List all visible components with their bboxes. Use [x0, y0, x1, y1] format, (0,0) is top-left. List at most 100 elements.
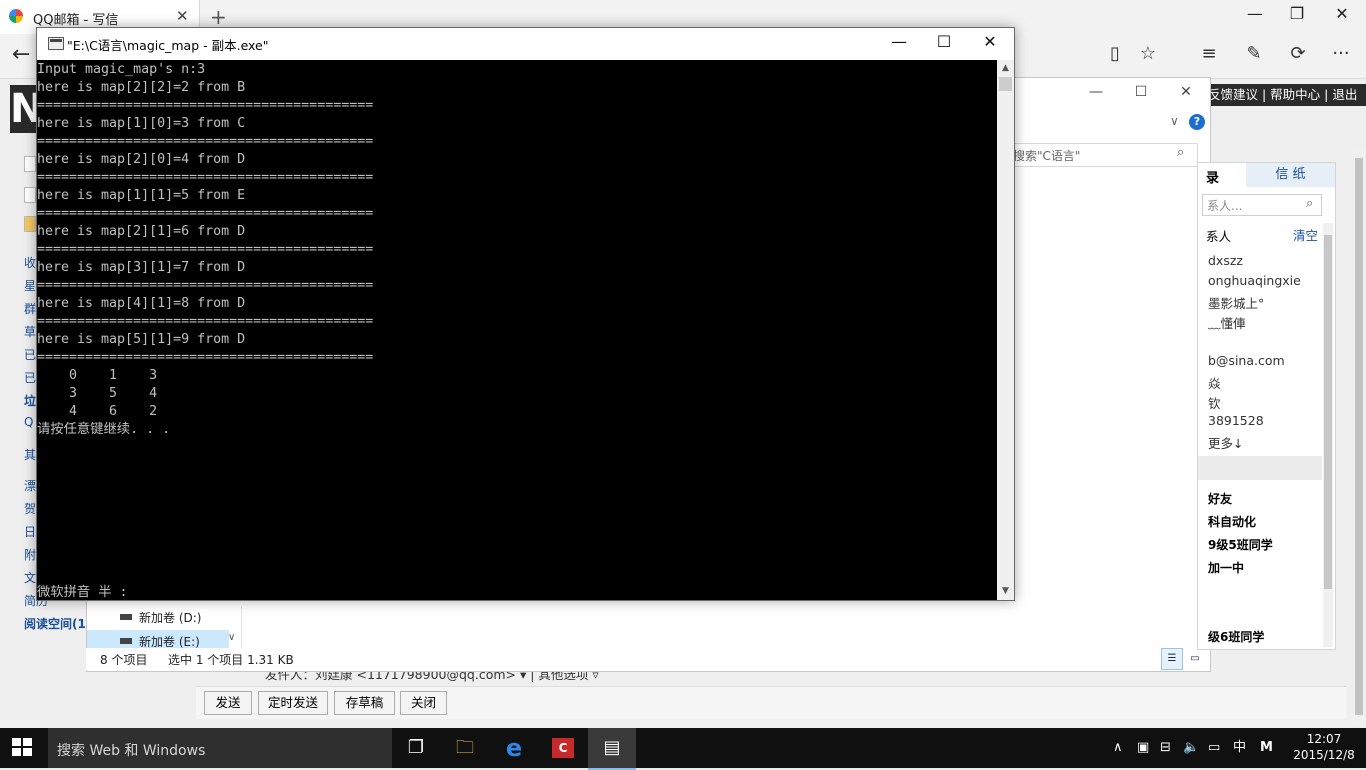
clock[interactable]: 12:07 2015/12/8 — [1288, 731, 1360, 763]
window-minimize-button[interactable]: — — [1235, 4, 1275, 23]
taskbar-search-box[interactable]: 搜索 Web 和 Windows — [48, 728, 392, 768]
ime-mode-indicator[interactable]: M — [1260, 728, 1273, 768]
explorer-maximize-button[interactable]: ☐ — [1126, 84, 1156, 100]
folder-link[interactable]: 收 — [24, 254, 36, 271]
drive-icon — [120, 638, 132, 644]
folder-link[interactable]: 日 — [24, 523, 36, 540]
folder-link[interactable]: 其 — [24, 446, 36, 463]
explorer-close-button[interactable]: ✕ — [1171, 84, 1201, 100]
status-selection: 选中 1 个项目 1.31 KB — [168, 653, 294, 667]
contact-group[interactable]: 级6班同学 — [1208, 628, 1264, 645]
reading-view-icon[interactable]: ▯ — [1100, 43, 1130, 64]
tray-overflow-icon[interactable]: ∧ — [1113, 728, 1123, 768]
contact-item[interactable]: 3891528 — [1208, 413, 1264, 428]
inbox-icon[interactable] — [24, 187, 36, 203]
timed-send-button[interactable]: 定时发送 — [258, 691, 328, 715]
drive-icon — [120, 614, 132, 620]
console-output: Input magic_map's n:3 here is map[2][2]=… — [37, 62, 374, 437]
console-scrollbar[interactable] — [997, 60, 1014, 600]
explorer-search-input[interactable]: 搜索"C语言" ⌕ — [1004, 143, 1198, 167]
contact-item[interactable]: 焱 — [1208, 373, 1221, 392]
folder-link[interactable]: 文 — [24, 569, 36, 586]
folder-link[interactable]: Q — [24, 415, 33, 429]
compose-icon[interactable] — [24, 156, 36, 172]
file-explorer-icon[interactable]: 🗀 — [441, 728, 489, 768]
large-icons-view-icon[interactable]: ▭ — [1184, 648, 1206, 670]
save-draft-button[interactable]: 存草稿 — [334, 691, 395, 715]
top-links-text[interactable]: 反馈建议 | 帮助中心 | 退出 — [1208, 87, 1357, 102]
contact-item[interactable]: ﹏懂俥 — [1208, 313, 1246, 332]
more-icon[interactable]: ··· — [1326, 43, 1356, 64]
more-contacts-link[interactable]: 更多↓ — [1208, 433, 1243, 452]
tab-address-book[interactable]: 录 — [1198, 163, 1246, 187]
hub-icon[interactable]: ≡ — [1194, 43, 1224, 64]
folder-link[interactable]: 垃 — [24, 392, 36, 409]
notes-icon[interactable]: ✎ — [1239, 43, 1269, 64]
folder-link[interactable]: 已 — [24, 369, 36, 386]
help-icon[interactable]: ? — [1189, 114, 1205, 130]
folder-link[interactable]: 贺 — [24, 500, 36, 517]
tray-app-icon[interactable]: ▣ — [1137, 728, 1149, 768]
folder-link[interactable]: 漂 — [24, 477, 36, 494]
search-placeholder: 搜索"C语言" — [1013, 149, 1081, 163]
console-maximize-button[interactable]: ☐ — [924, 32, 964, 51]
mail-top-links[interactable]: 反馈建议 | 帮助中心 | 退出 — [1208, 84, 1366, 106]
status-item-count: 8 个项目 — [100, 653, 148, 667]
contact-item[interactable]: onghuaqingxie — [1208, 273, 1301, 288]
network-icon[interactable]: ⊟ — [1160, 728, 1171, 768]
details-view-icon[interactable]: ☰ — [1161, 648, 1183, 670]
close-button[interactable]: 关闭 — [400, 691, 447, 715]
folder-link[interactable]: 已 — [24, 346, 36, 363]
explorer-minimize-button[interactable]: — — [1081, 84, 1111, 100]
scroll-down-icon[interactable]: ▼ — [999, 586, 1012, 596]
console-close-button[interactable]: ✕ — [970, 32, 1010, 51]
console-scroll-thumb[interactable] — [999, 77, 1012, 91]
action-center-icon[interactable]: ▭ — [1208, 728, 1220, 768]
favorite-star-icon[interactable]: ☆ — [1133, 43, 1163, 64]
scroll-up-icon[interactable]: ▲ — [999, 63, 1012, 73]
contact-item[interactable]: b@sina.com — [1208, 353, 1285, 368]
volume-icon[interactable]: 🔈 — [1183, 728, 1199, 768]
nav-item-drive-d[interactable]: 新加卷 (D:) — [139, 609, 201, 626]
ribbon-expand-chevron-icon[interactable]: ∨ — [1170, 114, 1179, 128]
new-tab-button[interactable]: + — [210, 5, 227, 29]
contacts-icon[interactable] — [24, 216, 36, 232]
clear-link[interactable]: 清空 — [1293, 225, 1318, 244]
folder-link[interactable]: 星 — [24, 277, 36, 294]
contact-item[interactable]: 墨影城上° — [1208, 293, 1264, 312]
explorer-status-bar: 8 个项目 选中 1 个项目 1.31 KB — [86, 648, 1209, 670]
ime-status-line: 微软拼音 半 : — [37, 585, 128, 600]
tab-stationery[interactable]: 信 纸 — [1246, 163, 1335, 187]
contact-item[interactable]: 钦 — [1208, 393, 1221, 412]
folder-link[interactable]: 草 — [24, 323, 36, 340]
contact-group[interactable]: 科自动化 — [1208, 513, 1256, 530]
window-restore-button[interactable]: ❐ — [1277, 4, 1317, 23]
contact-group[interactable]: 加一中 — [1208, 559, 1244, 576]
edge-icon[interactable]: e — [490, 728, 538, 768]
tab-close-icon[interactable]: ✕ — [176, 7, 189, 25]
search-icon[interactable]: ⌕ — [1177, 145, 1184, 160]
contact-group[interactable]: 好友 — [1208, 490, 1232, 507]
contact-group[interactable]: 9级5班同学 — [1208, 536, 1273, 553]
contact-item[interactable]: dxszz — [1208, 253, 1243, 268]
task-view-icon[interactable]: ❐ — [392, 728, 440, 768]
ime-language-indicator[interactable]: 中 — [1233, 728, 1246, 768]
reading-space-link[interactable]: 阅读空间(1 — [24, 615, 86, 632]
nav-scroll-down-icon[interactable]: ∨ — [228, 632, 235, 643]
console-app-icon[interactable]: ▤ — [588, 728, 636, 770]
contact-search-input[interactable]: 系人... ⌕ — [1202, 194, 1322, 216]
console-output-area[interactable]: Input magic_map's n:3 here is map[2][2]=… — [37, 60, 997, 600]
back-arrow-icon[interactable]: ← — [12, 42, 30, 67]
cfree-icon[interactable]: C — [539, 728, 587, 768]
page-scroll-thumb[interactable] — [1355, 158, 1363, 715]
taskbar: 搜索 Web 和 Windows ❐ 🗀 e C ▤ ∧ ▣ ⊟ 🔈 ▭ 中 M… — [0, 728, 1366, 770]
search-icon[interactable]: ⌕ — [1306, 196, 1313, 211]
contacts-scroll-thumb[interactable] — [1324, 235, 1332, 589]
console-minimize-button[interactable]: — — [879, 32, 919, 51]
folder-link[interactable]: 附 — [24, 546, 36, 563]
window-close-button[interactable]: ✕ — [1322, 4, 1362, 23]
start-windows-icon[interactable] — [12, 738, 34, 758]
send-button[interactable]: 发送 — [204, 691, 252, 715]
share-icon[interactable]: ⟳ — [1283, 43, 1313, 64]
folder-link[interactable]: 群 — [24, 300, 36, 317]
